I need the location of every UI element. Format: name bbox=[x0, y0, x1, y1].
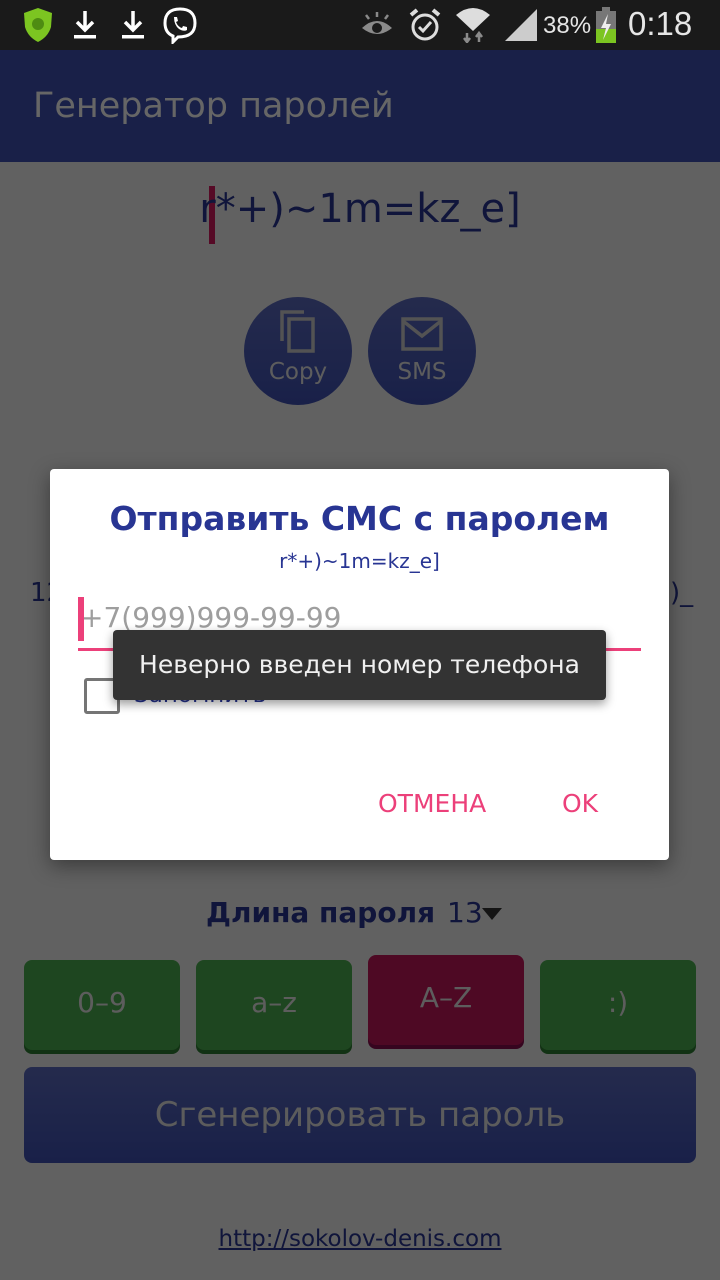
error-toast: Неверно введен номер телефона bbox=[113, 630, 606, 700]
dialog-password: r*+)~1m=kz_e] bbox=[279, 549, 440, 573]
dialog-title: Отправить СМС с паролем bbox=[109, 499, 610, 538]
download-icon bbox=[72, 8, 98, 42]
alarm-icon bbox=[408, 8, 442, 42]
text-cursor bbox=[78, 597, 84, 641]
ok-button[interactable]: OK bbox=[562, 789, 598, 818]
battery-percent: 38% bbox=[543, 12, 592, 39]
cancel-button[interactable]: ОТМЕНА bbox=[378, 789, 486, 818]
wifi-icon bbox=[454, 8, 492, 43]
antivirus-shield-icon bbox=[22, 8, 54, 42]
download-icon bbox=[120, 8, 146, 42]
signal-icon bbox=[503, 8, 539, 42]
battery-charging-icon bbox=[594, 7, 618, 43]
clock: 0:18 bbox=[628, 5, 693, 42]
viber-icon bbox=[162, 7, 198, 44]
smart-stay-eye-icon bbox=[360, 8, 394, 42]
status-bar: 38% 0:18 bbox=[0, 0, 720, 50]
